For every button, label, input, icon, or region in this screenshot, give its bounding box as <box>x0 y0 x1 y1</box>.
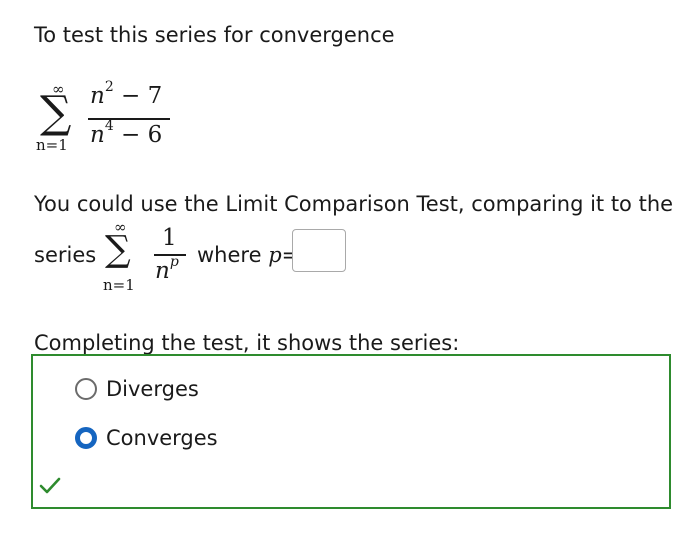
fraction-bar <box>88 118 170 120</box>
radio-converges[interactable] <box>75 427 97 449</box>
series-lower-limit: n=1 <box>36 136 68 154</box>
option-label-diverges: Diverges <box>106 377 199 401</box>
p-series-denominator: np <box>155 254 179 284</box>
option-label-converges: Converges <box>106 426 218 450</box>
answer-box: Diverges Converges <box>31 354 671 509</box>
intro-text: To test this series for convergence <box>34 23 395 47</box>
p-series-summation-symbol: ∑ <box>105 229 131 270</box>
option-diverges[interactable]: Diverges <box>75 374 199 404</box>
p-series-expression: ∞ ∑ n=1 1 np <box>100 218 196 298</box>
series-label: series <box>34 243 97 267</box>
p-value-input[interactable] <box>292 229 346 272</box>
check-icon <box>39 477 61 494</box>
completing-text: Completing the test, it shows the series… <box>34 331 460 355</box>
comparison-text: You could use the Limit Comparison Test,… <box>34 192 674 216</box>
where-p-text: where p= <box>197 243 300 267</box>
radio-diverges[interactable] <box>75 378 97 400</box>
series-denominator: n4 − 6 <box>90 118 163 148</box>
p-series-lower-limit: n=1 <box>103 276 135 294</box>
option-converges[interactable]: Converges <box>75 423 218 453</box>
p-variable: p <box>268 243 282 267</box>
summation-symbol: ∑ <box>40 87 72 138</box>
p-series-numerator: 1 <box>162 225 177 251</box>
series-expression: ∞ ∑ n=1 n2 − 7 n4 − 6 <box>34 79 184 160</box>
series-numerator: n2 − 7 <box>90 79 163 109</box>
